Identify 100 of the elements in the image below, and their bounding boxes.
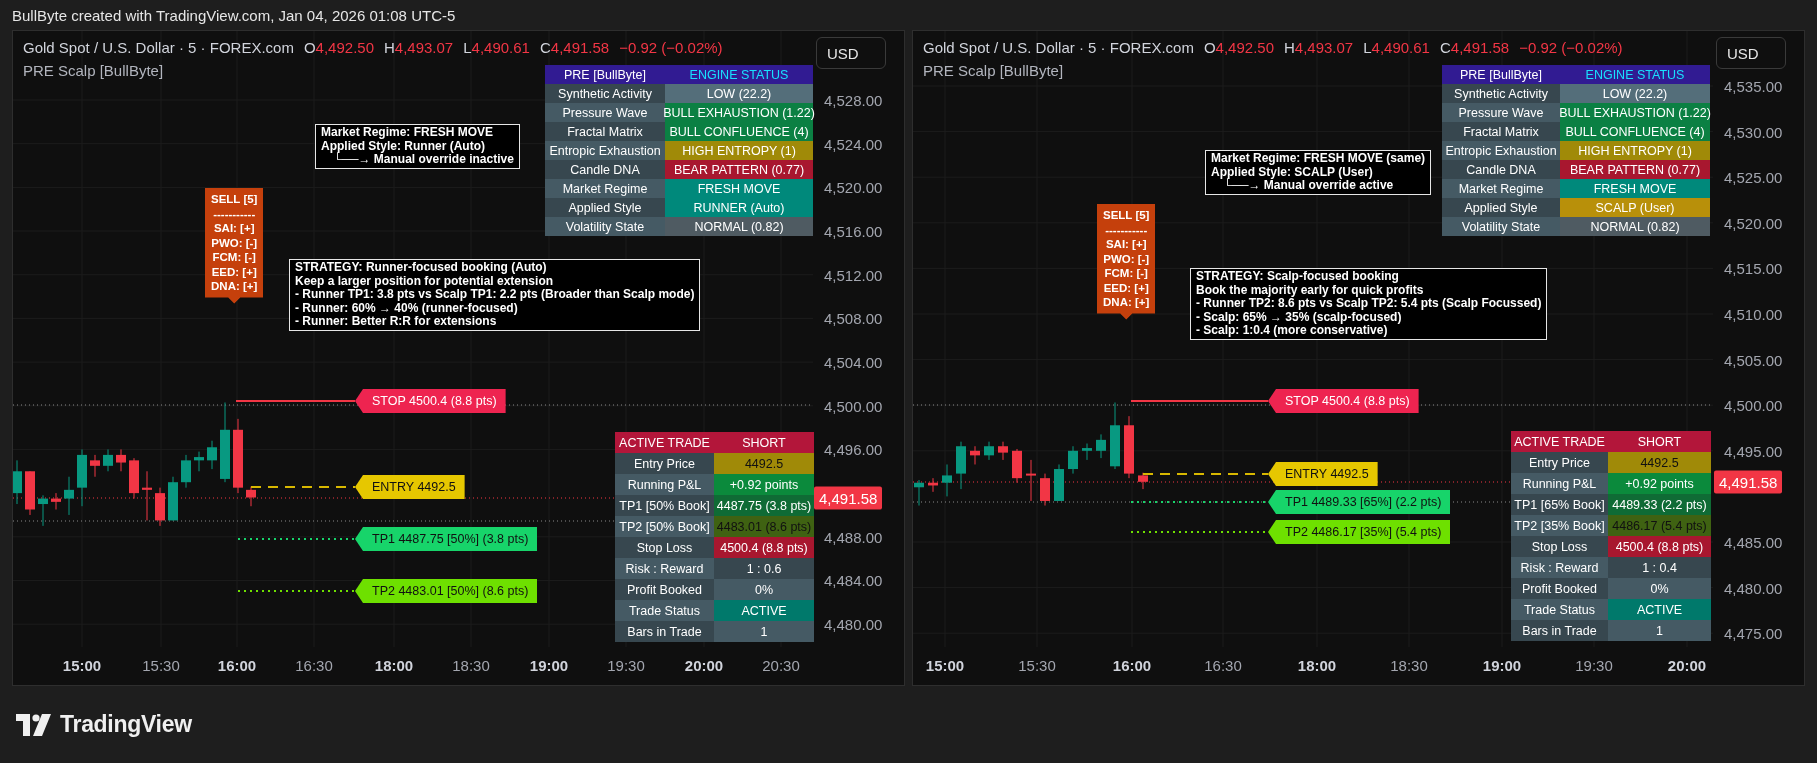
signal-item: FCM: [-] (1104, 266, 1148, 281)
table-value-cell: 4500.4 (8.8 pts) (1608, 536, 1711, 557)
table-value-cell: +0.92 points (1608, 473, 1711, 494)
table-value-cell: BEAR PATTERN (0.77) (1560, 160, 1710, 179)
time-label: 20:30 (762, 657, 800, 674)
indicator-name: PRE Scalp [BullByte] (23, 62, 164, 79)
currency-button[interactable]: USD (816, 37, 886, 69)
ohlc-value: O4,492.50 (303, 39, 374, 56)
price-label: 4,516.00 (824, 222, 883, 240)
time-label: 16:00 (1112, 657, 1152, 674)
currency-button[interactable]: USD (1716, 37, 1786, 69)
stop-level-tag: STOP 4500.4 (8.8 pts) (355, 389, 506, 413)
price-label: 4,485.00 (1724, 533, 1783, 551)
table-label-cell: Entropic Exhaustion (1442, 141, 1560, 160)
signal-title: SELL [5] (211, 192, 258, 207)
bullish-candle (1054, 464, 1064, 502)
note-line: STRATEGY: Runner-focused booking (Auto) (295, 261, 548, 275)
ohlc-value: L4,490.61 (1363, 39, 1430, 56)
price-change: −0.92 (−0.02%) (1519, 39, 1623, 56)
bearish-candle (998, 441, 1008, 461)
table-label-cell: Trade Status (1511, 599, 1608, 620)
table-value-cell: +0.92 points (714, 474, 814, 495)
table-label-cell: Synthetic Activity (1442, 84, 1560, 103)
ohlc-value: C4,491.58 (539, 39, 610, 56)
bullish-candle (956, 441, 966, 490)
tp2-level-tag: TP2 4486.17 [35%] (5.4 pts) (1268, 520, 1451, 544)
table-label-cell: TP2 [35% Book] (1511, 515, 1608, 536)
note-line: Market Regime: FRESH MOVE (321, 126, 495, 140)
signal-item: FCM: [-] (212, 250, 256, 265)
bullish-candle (1082, 443, 1092, 461)
table-label-cell: Synthetic Activity (545, 84, 665, 103)
trade-table-header: SHORT (1608, 431, 1711, 452)
table-value-cell: FRESH MOVE (1560, 179, 1710, 198)
table-value-cell: 1 : 0.6 (714, 558, 814, 579)
table-label-cell: Stop Loss (615, 537, 714, 558)
trade-table-header: ACTIVE TRADE (1511, 431, 1608, 452)
table-label-cell: Risk : Reward (615, 558, 714, 579)
table-label-cell: Fractal Matrix (1442, 122, 1560, 141)
engine-table-header: PRE [BullByte] (1442, 65, 1560, 84)
price-label: 4,515.00 (1724, 259, 1783, 277)
bearish-candle (129, 457, 139, 500)
note-line: STRATEGY: Scalp-focused booking (1196, 270, 1400, 284)
price-label: 4,475.00 (1724, 624, 1783, 642)
table-value-cell: BULL EXHAUSTION (1.22) (1560, 103, 1710, 122)
note-line: Market Regime: FRESH MOVE (same) (1211, 152, 1426, 166)
price-label: 4,510.00 (1724, 305, 1783, 323)
trade-table-header: SHORT (714, 432, 814, 453)
table-label-cell: Applied Style (1442, 198, 1560, 217)
time-label: 15:00 (925, 657, 965, 674)
bearish-candle (25, 470, 35, 516)
table-value-cell: SCALP (User) (1560, 198, 1710, 217)
table-value-cell: BULL CONFLUENCE (4) (1560, 122, 1710, 141)
engine-table-header: ENGINE STATUS (1560, 65, 1710, 84)
table-value-cell: NORMAL (0.82) (665, 217, 813, 236)
snapshot-caption: BullByte created with TradingView.com, Jan 04, 2026 01:08 UTC-5 (12, 6, 456, 24)
table-value-cell: 4483.01 (8.6 pts) (714, 516, 814, 537)
price-label: 4,508.00 (824, 309, 883, 327)
note-line: - Scalp: 1:0.4 (more conservative) (1196, 324, 1388, 338)
tp1-level-tag: TP1 4489.33 [65%] (2.2 pts) (1268, 490, 1451, 514)
entry-level-tag: ENTRY 4492.5 (355, 475, 465, 499)
table-value-cell: 4489.33 (2.2 pts) (1608, 494, 1711, 515)
table-label-cell: Profit Booked (1511, 578, 1608, 599)
time-label: 15:30 (1018, 657, 1056, 674)
price-label: 4,480.00 (824, 615, 883, 633)
table-label-cell: Bars in Trade (1511, 620, 1608, 641)
bearish-candle (1012, 448, 1022, 484)
table-value-cell: HIGH ENTROPY (1) (665, 141, 813, 160)
price-label: 4,504.00 (824, 353, 883, 371)
note-line: - Runner: Better R:R for extensions (295, 315, 497, 329)
price-label: 4,530.00 (1724, 123, 1783, 141)
time-label: 18:00 (374, 657, 414, 674)
table-label-cell: Candle DNA (545, 160, 665, 179)
brand-name: TradingView (60, 711, 192, 738)
note-line: - Runner TP1: 3.8 pts vs Scalp TP1: 2.2 pts (Broader than Scalp mode) (295, 288, 695, 302)
bearish-candle (1040, 473, 1050, 506)
ohlc-value: C4,491.58 (1439, 39, 1510, 56)
symbol-title: Gold Spot / U.S. Dollar · 5 · FOREX.com (923, 39, 1194, 56)
time-label: 20:00 (1667, 657, 1707, 674)
engine-table-header: PRE [BullByte] (545, 65, 665, 84)
time-label: 18:00 (1297, 657, 1337, 674)
price-label: 4,488.00 (824, 528, 883, 546)
signal-item: EED: [+] (211, 264, 257, 279)
bullish-candle (942, 464, 952, 497)
price-label: 4,535.00 (1724, 77, 1783, 95)
table-value-cell: 1 (1608, 620, 1711, 641)
bullish-candle (207, 440, 217, 470)
table-label-cell: Volatility State (545, 217, 665, 236)
ohlc-value: O4,492.50 (1203, 39, 1274, 56)
tp2-level-tag: TP2 4483.01 [50%] (8.6 pts) (355, 579, 538, 603)
signal-item: SAI: [+] (1105, 237, 1147, 252)
signal-item: EED: [+] (1103, 280, 1149, 295)
price-label: 4,525.00 (1724, 168, 1783, 186)
table-label-cell: Profit Booked (615, 579, 714, 600)
time-label: 16:30 (1204, 657, 1242, 674)
table-value-cell: 1 : 0.4 (1608, 557, 1711, 578)
table-value-cell: BEAR PATTERN (0.77) (665, 160, 813, 179)
entry-level-tag: ENTRY 4492.5 (1268, 462, 1378, 486)
bullish-candle (1068, 445, 1078, 475)
last-price-tag: 4,491.58 (814, 486, 883, 510)
table-label-cell: Running P&L (1511, 473, 1608, 494)
